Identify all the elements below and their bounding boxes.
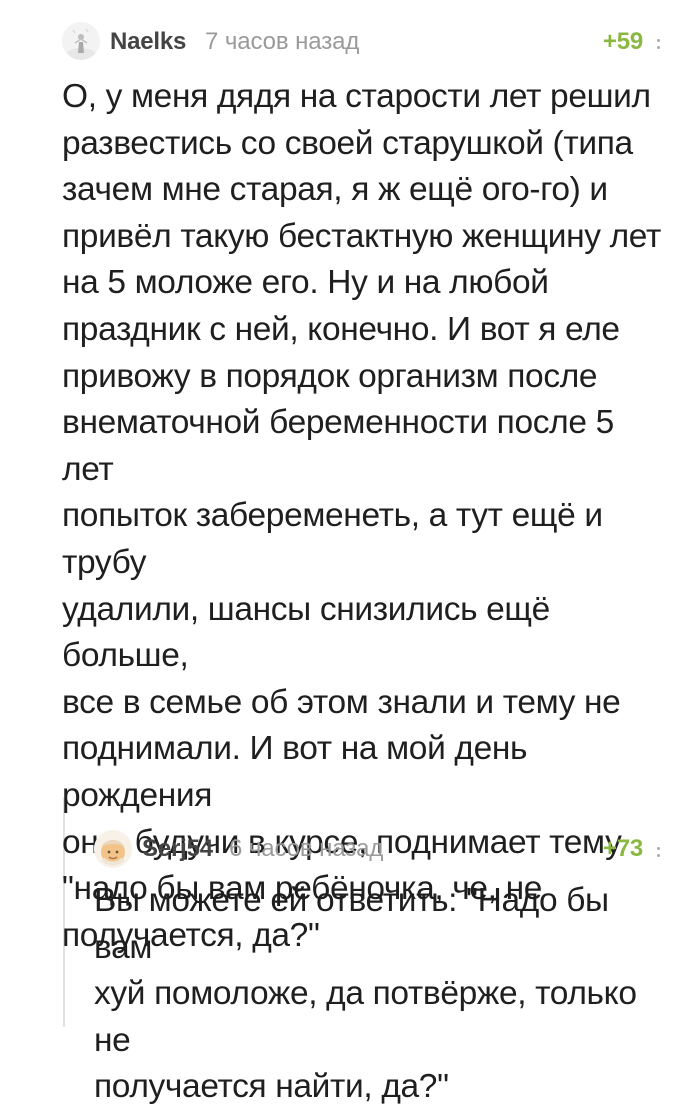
more-dot bbox=[656, 854, 660, 857]
comment-body: Вы можете ей ответить: "Надо бы вам хуй … bbox=[94, 882, 637, 1106]
comment-username[interactable]: Serj54 bbox=[142, 835, 213, 863]
comment-header: Naelks 7 часов назад +59 bbox=[0, 14, 700, 64]
vertical-more-icon[interactable] bbox=[652, 30, 664, 58]
comment-timestamp[interactable]: 6 часов назад bbox=[229, 835, 383, 863]
more-dot bbox=[656, 46, 660, 49]
comment-header: Serj54 6 часов назад +73 bbox=[0, 822, 700, 872]
comment-rating: +73 bbox=[602, 835, 643, 862]
vertical-more-icon[interactable] bbox=[652, 838, 664, 866]
comment-username[interactable]: Naelks bbox=[110, 28, 186, 56]
more-dot bbox=[656, 39, 660, 42]
comment-naelks: Naelks 7 часов назад +59 О, у меня дядя … bbox=[0, 14, 700, 954]
comment-timestamp[interactable]: 7 часов назад bbox=[205, 28, 359, 56]
more-dot bbox=[656, 847, 660, 850]
avatar-baby-icon[interactable] bbox=[94, 830, 132, 868]
comment-rating: +59 bbox=[602, 28, 643, 55]
comment-serj54: Serj54 6 часов назад +73 Вы можете ей от… bbox=[0, 822, 700, 1105]
avatar-statue-icon[interactable] bbox=[62, 22, 100, 60]
